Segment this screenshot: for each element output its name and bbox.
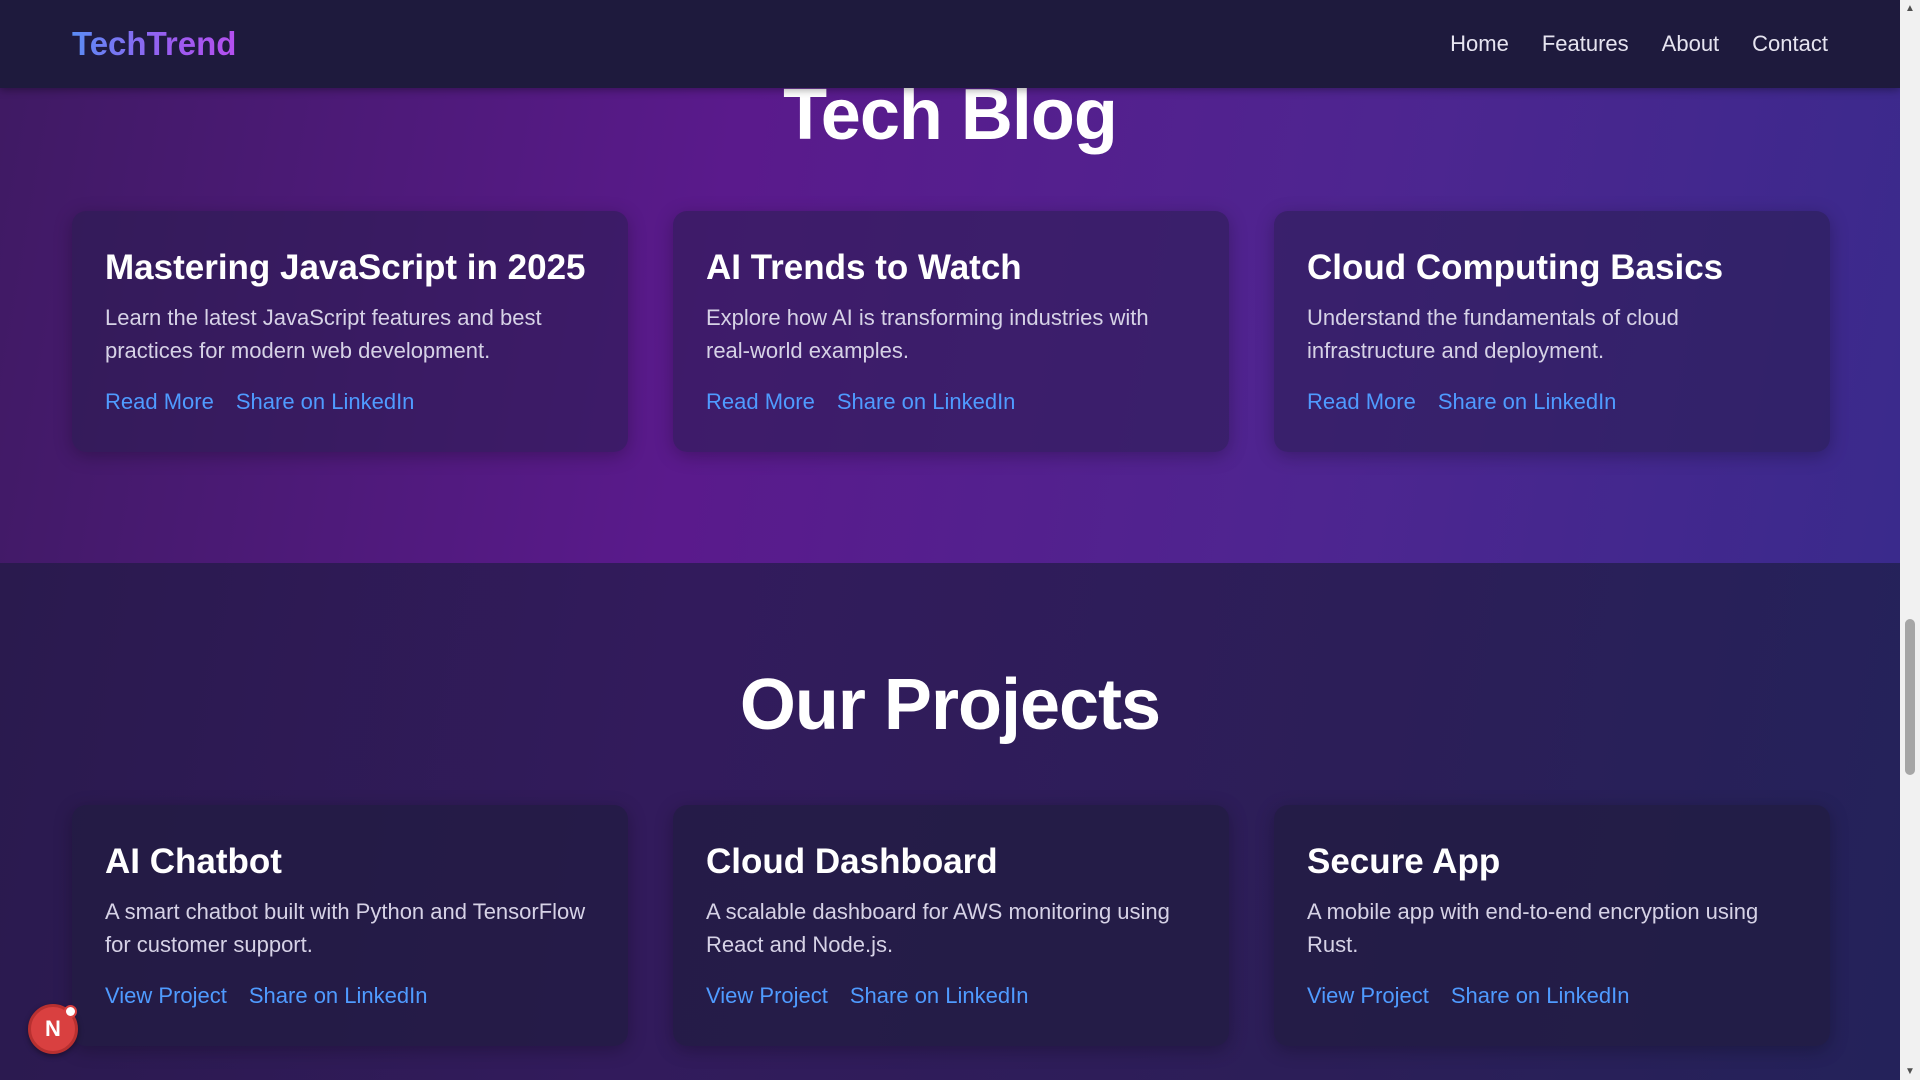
notification-dot-icon	[64, 1005, 77, 1018]
blog-card-links: Read More Share on LinkedIn	[706, 389, 1196, 415]
view-project-link[interactable]: View Project	[1307, 983, 1429, 1009]
scrollbar-thumb[interactable]	[1905, 619, 1915, 775]
scroll-up-arrow-icon[interactable]: ▲	[1900, 0, 1920, 17]
nav-about[interactable]: About	[1662, 31, 1720, 57]
projects-heading: Our Projects	[739, 665, 1161, 745]
vertical-scrollbar[interactable]: ▲ ▼	[1900, 0, 1920, 1080]
avatar-initial: N	[45, 1016, 61, 1041]
project-card-title: Secure App	[1307, 842, 1501, 881]
project-card-links: View Project Share on LinkedIn	[1307, 983, 1797, 1009]
read-more-link[interactable]: Read More	[105, 389, 214, 415]
read-more-link[interactable]: Read More	[1307, 389, 1416, 415]
page: Tech Blog Mastering JavaScript in 2025 L…	[0, 0, 1900, 1080]
view-project-link[interactable]: View Project	[706, 983, 828, 1009]
top-navbar: TechTrend Home Features About Contact	[0, 0, 1900, 88]
project-card-links: View Project Share on LinkedIn	[706, 983, 1196, 1009]
project-card-description: A scalable dashboard for AWS monitoring …	[706, 899, 1170, 957]
avatar-button[interactable]: N	[28, 1004, 78, 1054]
blog-card-ai-trends: AI Trends to Watch Explore how AI is tra…	[673, 211, 1229, 452]
project-card-ai-chatbot: AI Chatbot A smart chatbot built with Py…	[72, 805, 628, 1046]
share-linkedin-link[interactable]: Share on LinkedIn	[1438, 389, 1617, 415]
share-linkedin-link[interactable]: Share on LinkedIn	[236, 389, 415, 415]
nav-features[interactable]: Features	[1542, 31, 1629, 57]
view-project-link[interactable]: View Project	[105, 983, 227, 1009]
blog-card-cloud-basics: Cloud Computing Basics Understand the fu…	[1274, 211, 1830, 452]
nav-links: Home Features About Contact	[1450, 31, 1828, 57]
share-linkedin-link[interactable]: Share on LinkedIn	[850, 983, 1029, 1009]
blog-card-links: Read More Share on LinkedIn	[105, 389, 595, 415]
browser-viewport: Tech Blog Mastering JavaScript in 2025 L…	[0, 0, 1920, 1080]
share-linkedin-link[interactable]: Share on LinkedIn	[249, 983, 428, 1009]
project-card-description: A mobile app with end-to-end encryption …	[1307, 899, 1759, 957]
blog-card-links: Read More Share on LinkedIn	[1307, 389, 1797, 415]
share-linkedin-link[interactable]: Share on LinkedIn	[1451, 983, 1630, 1009]
share-linkedin-link[interactable]: Share on LinkedIn	[837, 389, 1016, 415]
nav-home[interactable]: Home	[1450, 31, 1509, 57]
blog-card-title: Mastering JavaScript in 2025	[105, 248, 586, 287]
blog-card-description: Explore how AI is transforming industrie…	[706, 305, 1149, 363]
blog-card-description: Understand the fundamentals of cloud inf…	[1307, 305, 1679, 363]
project-card-cloud-dashboard: Cloud Dashboard A scalable dashboard for…	[673, 805, 1229, 1046]
blog-card-description: Learn the latest JavaScript features and…	[105, 305, 542, 363]
project-card-title: AI Chatbot	[105, 842, 282, 881]
read-more-link[interactable]: Read More	[706, 389, 815, 415]
blog-card-title: Cloud Computing Basics	[1307, 248, 1724, 287]
logo[interactable]: TechTrend	[72, 25, 236, 63]
project-card-description: A smart chatbot built with Python and Te…	[105, 899, 586, 957]
project-card-title: Cloud Dashboard	[706, 842, 998, 881]
blog-card-javascript: Mastering JavaScript in 2025 Learn the l…	[72, 211, 628, 452]
project-card-links: View Project Share on LinkedIn	[105, 983, 595, 1009]
scroll-down-arrow-icon[interactable]: ▼	[1900, 1063, 1920, 1080]
blog-card-title: AI Trends to Watch	[706, 248, 1022, 287]
nav-contact[interactable]: Contact	[1752, 31, 1828, 57]
project-card-secure-app: Secure App A mobile app with end-to-end …	[1274, 805, 1830, 1046]
